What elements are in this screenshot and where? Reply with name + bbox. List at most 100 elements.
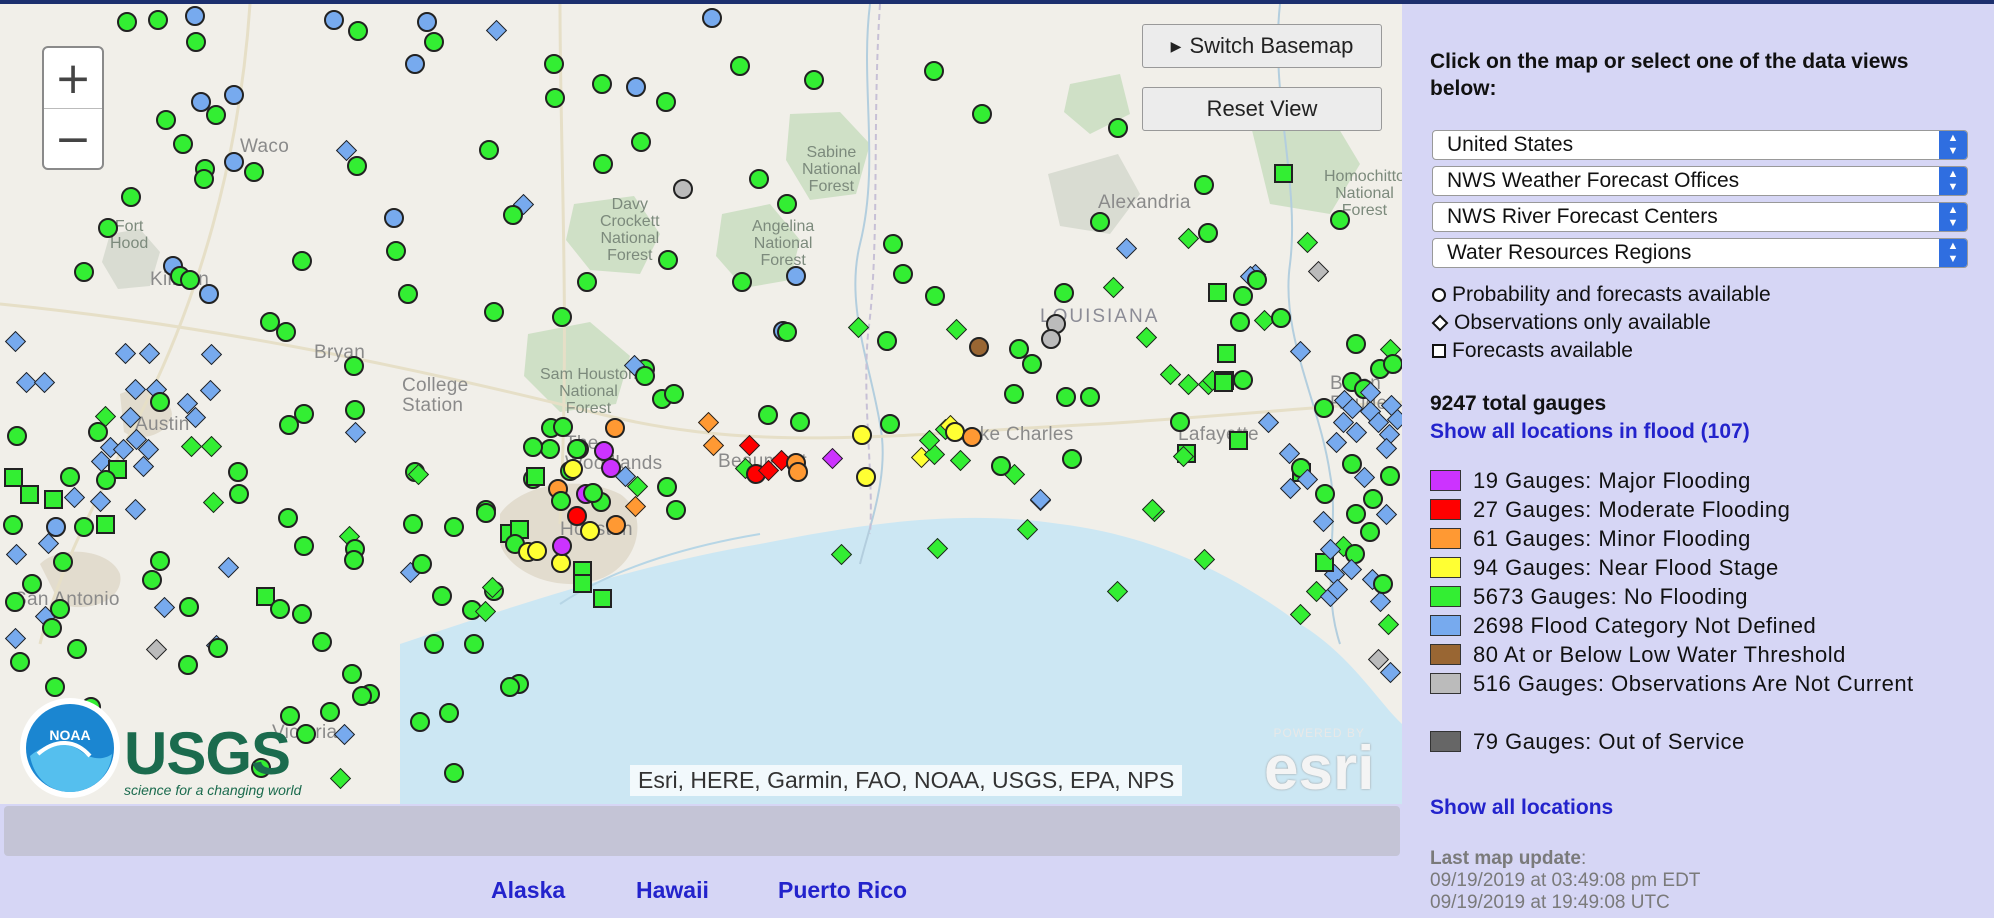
gauge-marker[interactable] xyxy=(276,322,296,342)
gauge-marker[interactable] xyxy=(583,483,603,503)
gauge-marker[interactable] xyxy=(179,597,199,617)
gauge-marker[interactable] xyxy=(50,599,70,619)
gauge-marker[interactable] xyxy=(142,570,162,590)
gauge-marker[interactable] xyxy=(1330,210,1350,230)
zoom-out-button[interactable]: − xyxy=(44,109,102,169)
gauge-marker[interactable] xyxy=(658,250,678,270)
gauge-marker[interactable] xyxy=(631,132,651,152)
gauge-map[interactable]: WacoFort HoodKilleenBryanCollege Station… xyxy=(0,4,1402,804)
gauge-marker[interactable] xyxy=(1247,270,1267,290)
gauge-marker[interactable] xyxy=(345,400,365,420)
gauge-marker[interactable] xyxy=(44,490,63,509)
gauge-marker[interactable] xyxy=(479,140,499,160)
gauge-marker[interactable] xyxy=(626,77,646,97)
gauge-marker[interactable] xyxy=(924,61,944,81)
gauge-marker[interactable] xyxy=(656,92,676,112)
gauge-marker[interactable] xyxy=(1208,283,1227,302)
gauge-marker[interactable] xyxy=(348,21,368,41)
gauge-marker[interactable] xyxy=(883,234,903,254)
switch-basemap-button[interactable]: ▶ Switch Basemap xyxy=(1142,24,1382,68)
water-regions-select[interactable]: Water Resources Regions ▲ ▼ xyxy=(1432,238,1968,268)
gauge-marker[interactable] xyxy=(1054,283,1074,303)
gauge-marker[interactable] xyxy=(42,618,62,638)
gauge-marker[interactable] xyxy=(74,262,94,282)
gauge-marker[interactable] xyxy=(98,218,118,238)
gauge-marker[interactable] xyxy=(96,515,115,534)
gauge-marker[interactable] xyxy=(185,6,205,26)
gauge-marker[interactable] xyxy=(352,686,372,706)
gauge-marker[interactable] xyxy=(20,485,39,504)
gauge-marker[interactable] xyxy=(386,241,406,261)
gauge-marker[interactable] xyxy=(412,554,432,574)
gauge-marker[interactable] xyxy=(962,427,982,447)
gauge-marker[interactable] xyxy=(1004,384,1024,404)
gauge-marker[interactable] xyxy=(1170,412,1190,432)
gauge-marker[interactable] xyxy=(424,634,444,654)
gauge-marker[interactable] xyxy=(1271,308,1291,328)
gauge-marker[interactable] xyxy=(270,599,290,619)
gauge-marker[interactable] xyxy=(117,12,137,32)
gauge-marker[interactable] xyxy=(545,88,565,108)
gauge-marker[interactable] xyxy=(1108,118,1128,138)
gauge-marker[interactable] xyxy=(1360,522,1380,542)
gauge-marker[interactable] xyxy=(1056,387,1076,407)
gauge-marker[interactable] xyxy=(206,105,226,125)
gauge-marker[interactable] xyxy=(786,266,806,286)
gauge-marker[interactable] xyxy=(758,405,778,425)
gauge-marker[interactable] xyxy=(592,74,612,94)
gauge-marker[interactable] xyxy=(208,638,228,658)
gauge-marker[interactable] xyxy=(1373,574,1393,594)
gauge-marker[interactable] xyxy=(527,541,547,561)
gauge-marker[interactable] xyxy=(552,536,572,556)
gauge-marker[interactable] xyxy=(74,517,94,537)
gauge-marker[interactable] xyxy=(1233,286,1253,306)
gauge-marker[interactable] xyxy=(405,54,425,74)
gauge-marker[interactable] xyxy=(553,417,573,437)
gauge-marker[interactable] xyxy=(324,10,344,30)
gauge-marker[interactable] xyxy=(1090,212,1110,232)
gauge-marker[interactable] xyxy=(605,418,625,438)
gauge-marker[interactable] xyxy=(224,152,244,172)
gauge-marker[interactable] xyxy=(1080,387,1100,407)
gauge-marker[interactable] xyxy=(150,551,170,571)
gauge-marker[interactable] xyxy=(1274,164,1293,183)
gauge-marker[interactable] xyxy=(1229,431,1248,450)
gauge-marker[interactable] xyxy=(551,553,571,573)
gauge-marker[interactable] xyxy=(320,702,340,722)
gauge-marker[interactable] xyxy=(347,156,367,176)
gauge-marker[interactable] xyxy=(5,592,25,612)
gauge-marker[interactable] xyxy=(294,536,314,556)
gauge-marker[interactable] xyxy=(673,179,693,199)
gauge-marker[interactable] xyxy=(1041,329,1061,349)
gauge-marker[interactable] xyxy=(503,205,523,225)
gauge-marker[interactable] xyxy=(444,763,464,783)
gauge-marker[interactable] xyxy=(567,439,587,459)
gauge-marker[interactable] xyxy=(1022,354,1042,374)
gauge-marker[interactable] xyxy=(199,284,219,304)
gauge-marker[interactable] xyxy=(444,517,464,537)
gauge-marker[interactable] xyxy=(424,32,444,52)
gauge-marker[interactable] xyxy=(991,456,1011,476)
gauge-marker[interactable] xyxy=(1314,398,1334,418)
gauge-marker[interactable] xyxy=(410,712,430,732)
gauge-marker[interactable] xyxy=(606,515,626,535)
gauge-marker[interactable] xyxy=(563,459,583,479)
gauge-marker[interactable] xyxy=(1230,312,1250,332)
gauge-marker[interactable] xyxy=(804,70,824,90)
gauge-marker[interactable] xyxy=(1383,354,1402,374)
gauge-marker[interactable] xyxy=(96,470,116,490)
alaska-link[interactable]: Alaska xyxy=(491,877,565,904)
gauge-marker[interactable] xyxy=(403,514,423,534)
reset-view-button[interactable]: Reset View xyxy=(1142,87,1382,131)
gauge-marker[interactable] xyxy=(1346,334,1366,354)
gauge-marker[interactable] xyxy=(732,272,752,292)
gauge-marker[interactable] xyxy=(666,500,686,520)
gauge-marker[interactable] xyxy=(417,12,437,32)
gauge-marker[interactable] xyxy=(292,604,312,624)
gauge-marker[interactable] xyxy=(439,703,459,723)
zoom-in-button[interactable]: + xyxy=(44,48,102,109)
gauge-marker[interactable] xyxy=(1233,370,1253,390)
gauge-marker[interactable] xyxy=(969,337,989,357)
gauge-marker[interactable] xyxy=(925,286,945,306)
gauge-marker[interactable] xyxy=(121,187,141,207)
